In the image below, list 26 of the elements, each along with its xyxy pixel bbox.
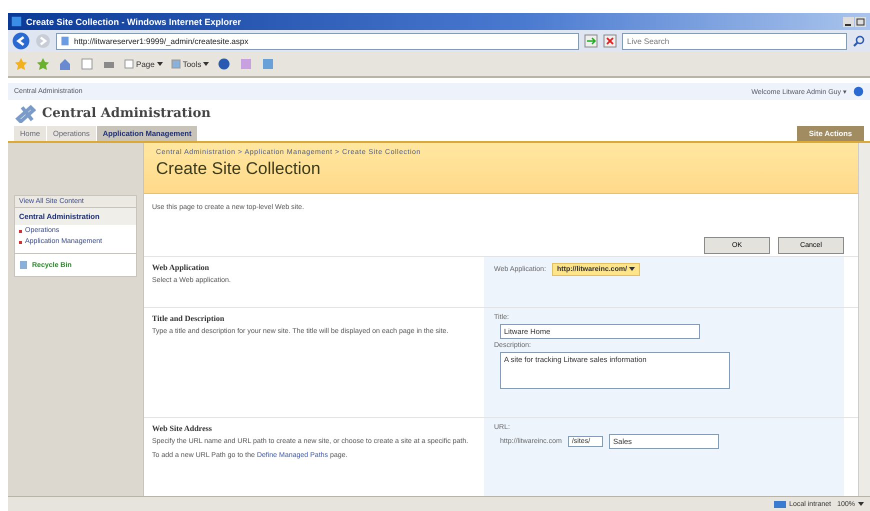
forward-icon[interactable] bbox=[35, 33, 51, 49]
home-icon[interactable] bbox=[58, 57, 72, 71]
caret-icon bbox=[156, 62, 163, 66]
site-title: Central Administration bbox=[42, 106, 211, 120]
back-icon[interactable] bbox=[12, 32, 30, 50]
command-button[interactable]: Tools bbox=[170, 59, 210, 69]
section-title: Web Site Address bbox=[152, 424, 213, 434]
section-title: Web Application bbox=[152, 263, 210, 272]
caret-icon bbox=[628, 267, 635, 272]
caret-icon bbox=[858, 502, 864, 506]
stop-icon[interactable] bbox=[603, 34, 617, 48]
search-field[interactable]: Live Search bbox=[622, 32, 847, 50]
command-button[interactable]: Page bbox=[124, 59, 163, 69]
search-icon[interactable] bbox=[852, 34, 866, 48]
star-icon[interactable] bbox=[14, 57, 28, 71]
add-favorite-icon[interactable] bbox=[36, 57, 50, 71]
page-title: Create Site Collection bbox=[156, 159, 322, 179]
tools-logo-icon[interactable] bbox=[14, 103, 36, 123]
scrollbar[interactable] bbox=[858, 143, 870, 496]
address-field[interactable]: http://litwareserver1:9999/_admin/createsite.aspx bbox=[56, 32, 579, 50]
section-title: Title and Description bbox=[152, 314, 226, 324]
window-title: Create Site Collection - Windows Internet Explorer bbox=[26, 16, 242, 26]
caret-icon bbox=[203, 62, 210, 66]
window-controls-icon[interactable] bbox=[843, 16, 867, 28]
address-url: http://litwareserver1:9999/_admin/createsite.aspx bbox=[74, 36, 250, 46]
refresh-icon[interactable] bbox=[584, 34, 598, 48]
